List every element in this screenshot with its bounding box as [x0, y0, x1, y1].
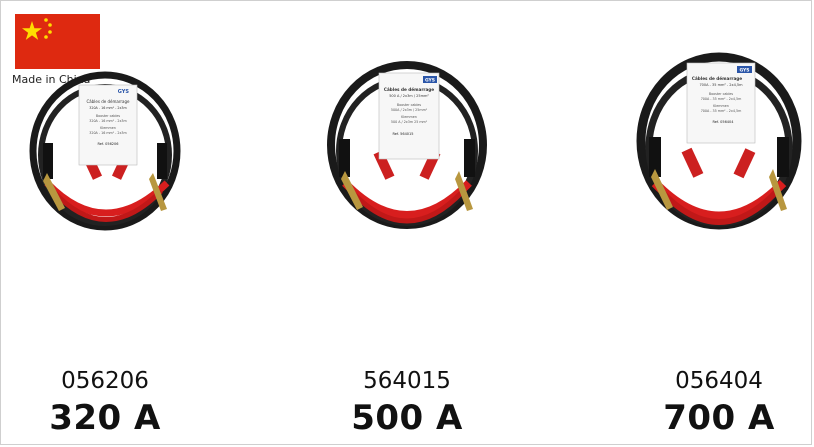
product-panel: Made in China GYS Câbles de démarrage 32…	[0, 0, 812, 445]
tag-brand: GYS	[425, 78, 435, 84]
tag-brand: GYS	[739, 68, 749, 74]
tag-brand: GYS	[118, 89, 130, 95]
booster-cable-image: GYS Câbles de démarrage 700A - 35 mm² - …	[636, 52, 802, 230]
product-ref: 056206	[61, 368, 149, 394]
tag-ref: Ref. 056206	[98, 142, 119, 146]
product-ref: 056404	[675, 368, 763, 394]
tag-line-5: 320A - 16 mm² - 2x3m	[89, 131, 126, 135]
product-tag: GYS Câbles de démarrage 320A - 16 mm² - …	[78, 84, 138, 166]
product-ref: 564015	[363, 368, 451, 394]
tag-line-3: 320A - 16 mm² - 2x3m	[89, 119, 126, 123]
booster-cable-image: GYS Câbles de démarrage 320A - 16 mm² - …	[29, 71, 181, 231]
tag-line-1: 500 A / 2x3m / 25mm²	[389, 94, 429, 98]
tag-title: Câbles de démarrage	[384, 87, 434, 92]
tag-line-1: 320A - 16 mm² - 2x3m	[89, 106, 126, 110]
product-tag: GYS Câbles de démarrage 700A - 35 mm² - …	[686, 62, 756, 144]
product-amperage: 320 A	[49, 398, 161, 438]
tag-line-5: 700A - 35 mm² - 2x4,5m	[701, 109, 742, 113]
tag-line-3: 700A - 35 mm² - 2x4,5m	[701, 97, 742, 101]
tag-line-2: Booster cables	[709, 92, 734, 96]
tag-line-3: 500A / 2x3m / 25mm²	[391, 108, 428, 112]
product-tag: GYS Câbles de démarrage 500 A / 2x3m / 2…	[378, 72, 440, 160]
product-amperage: 500 A	[351, 398, 463, 438]
tag-line-5: 500 A / 2x3m 25 mm²	[391, 120, 428, 124]
product-amperage: 700 A	[663, 398, 775, 438]
tag-ref: Ref. 056404	[713, 120, 735, 124]
tag-line-1: 700A - 35 mm² - 2x4,5m	[699, 83, 743, 87]
tag-line-4: Klemmen	[100, 126, 116, 130]
tag-title: Câbles de démarrage	[692, 76, 742, 81]
tag-ref: Ref. 564015	[393, 132, 414, 136]
tag-title: Câbles de démarrage	[87, 99, 131, 104]
tag-line-4: Klemmen	[713, 104, 729, 108]
tag-line-2: Booster cables	[397, 103, 422, 107]
tag-line-2: Booster cables	[96, 114, 121, 118]
tag-line-4: Klemmen	[401, 115, 417, 119]
booster-cable-image: GYS Câbles de démarrage 500 A / 2x3m / 2…	[327, 61, 487, 229]
